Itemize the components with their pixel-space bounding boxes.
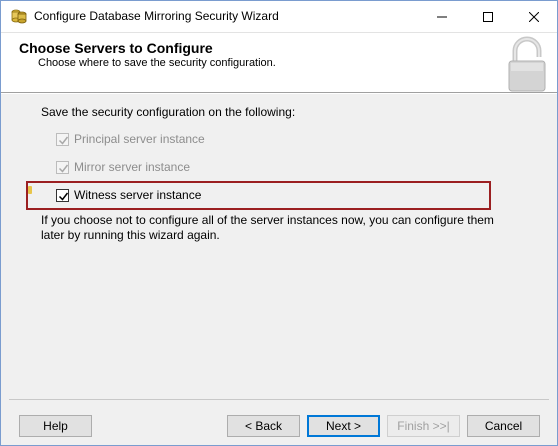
next-button[interactable]: Next > [307, 415, 380, 437]
checkmark-icon [58, 192, 69, 201]
cancel-button[interactable]: Cancel [467, 415, 540, 437]
window-title: Configure Database Mirroring Security Wi… [34, 9, 279, 23]
save-prompt-label: Save the security configuration on the f… [41, 105, 296, 119]
mirror-server-label: Mirror server instance [74, 160, 191, 174]
back-button[interactable]: < Back [227, 415, 300, 437]
help-button[interactable]: Help [19, 415, 92, 437]
header-divider-highlight [1, 93, 557, 94]
finish-button[interactable]: Finish >>| [387, 415, 460, 437]
principal-server-option[interactable]: Principal server instance [56, 131, 205, 147]
checkmark-icon [58, 164, 69, 173]
yellow-marker [28, 186, 32, 194]
wizard-window: Configure Database Mirroring Security Wi… [0, 0, 558, 446]
witness-server-checkbox[interactable] [56, 188, 69, 202]
footer-divider [9, 399, 549, 400]
witness-server-option[interactable]: Witness server instance [56, 187, 201, 203]
principal-server-label: Principal server instance [74, 132, 205, 146]
page-subtitle: Choose where to save the security config… [38, 57, 276, 69]
wizard-header: Choose Servers to Configure Choose where… [1, 32, 557, 92]
close-icon [529, 11, 539, 22]
mirror-server-option[interactable]: Mirror server instance [56, 159, 190, 175]
info-text: If you choose not to configure all of th… [41, 213, 494, 242]
witness-server-label: Witness server instance [74, 188, 202, 202]
principal-server-checkbox[interactable] [56, 132, 69, 146]
minimize-button[interactable] [419, 1, 465, 32]
mirror-server-checkbox[interactable] [56, 160, 69, 174]
padlock-icon [508, 36, 546, 92]
maximize-button[interactable] [465, 1, 511, 32]
close-button[interactable] [511, 1, 557, 32]
title-bar: Configure Database Mirroring Security Wi… [1, 1, 557, 32]
database-wizard-icon [11, 9, 27, 24]
minimize-icon [437, 16, 447, 17]
checkmark-icon [58, 136, 69, 145]
maximize-icon [483, 11, 493, 22]
page-title: Choose Servers to Configure [19, 40, 213, 56]
